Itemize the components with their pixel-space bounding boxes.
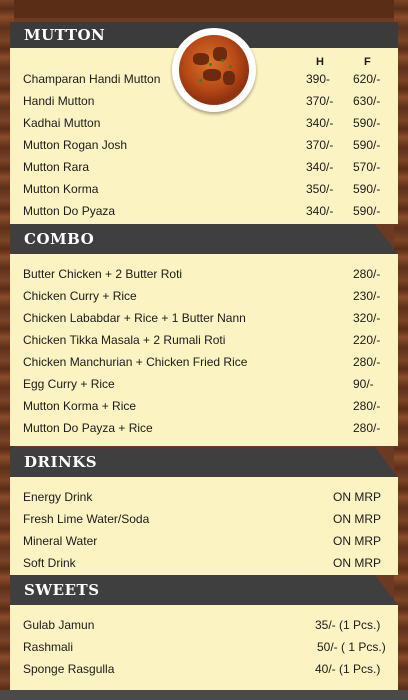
sweets-banner: SWEETS	[10, 575, 398, 605]
mutton-title: MUTTON	[24, 26, 106, 44]
mutton-curry-dish-image	[172, 28, 256, 112]
drinks-banner: DRINKS	[10, 447, 398, 477]
wood-top	[0, 0, 408, 18]
bottom-strip	[0, 690, 408, 700]
sweets-title: SWEETS	[24, 581, 100, 599]
combo-banner: COMBO	[10, 224, 398, 254]
mutton-col-half: H	[316, 56, 324, 68]
combo-title: COMBO	[24, 230, 95, 248]
mutton-col-full: F	[364, 56, 371, 68]
drinks-title: DRINKS	[24, 453, 98, 471]
